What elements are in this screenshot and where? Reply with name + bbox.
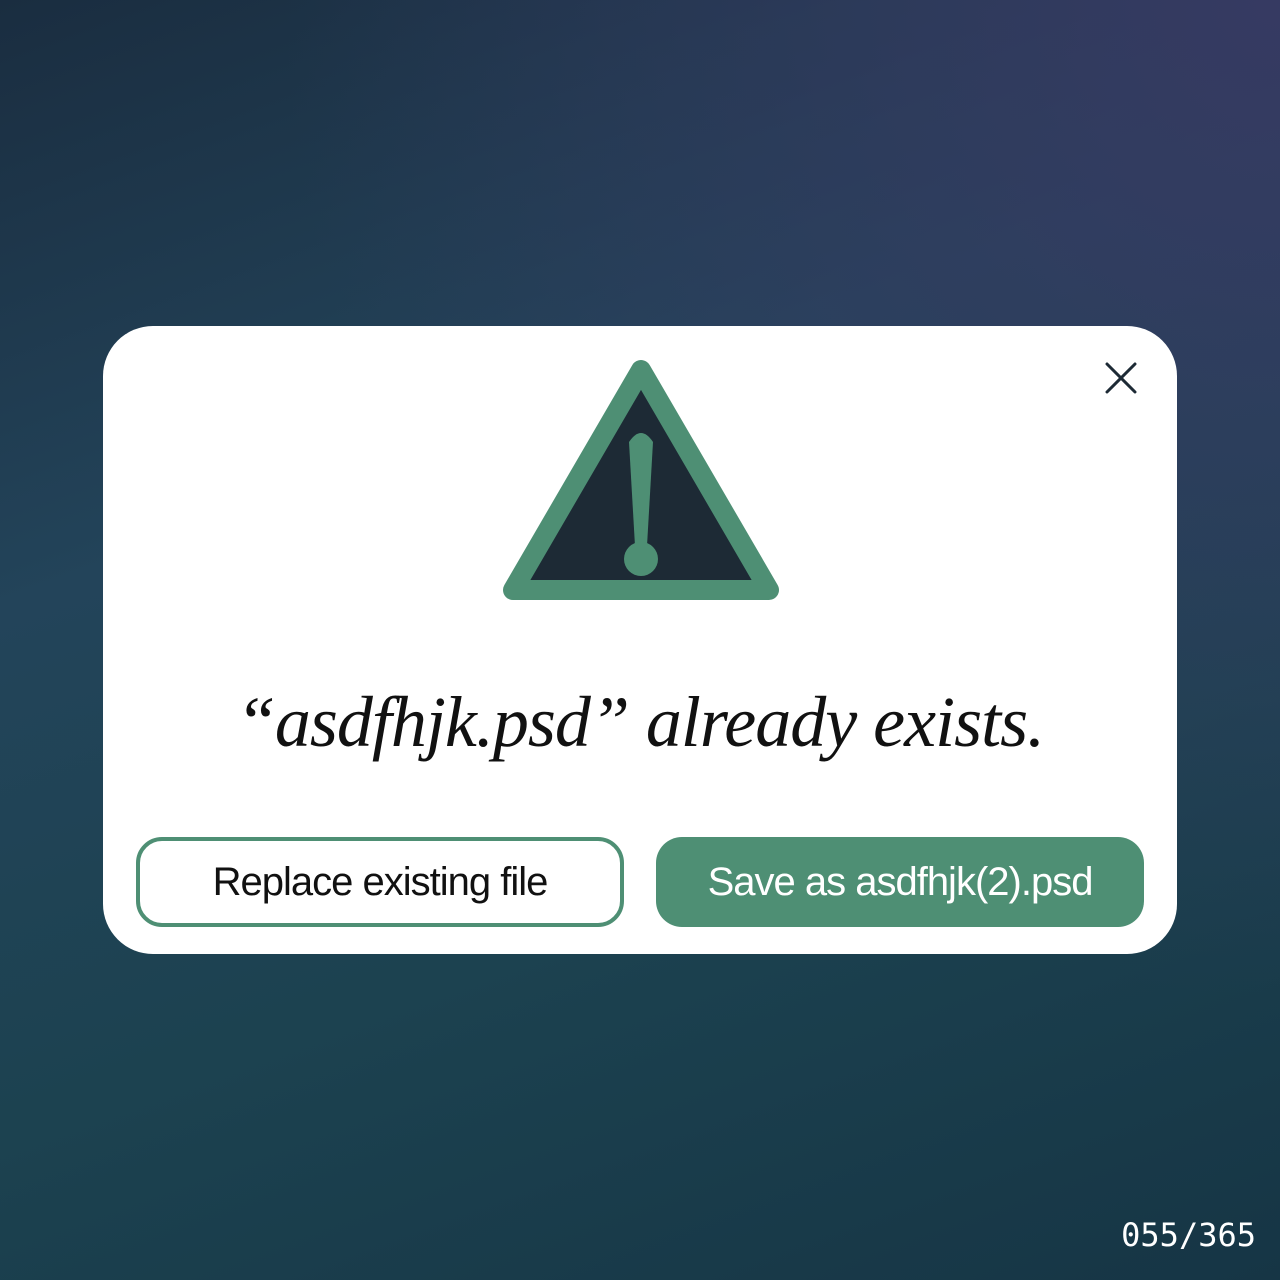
close-icon[interactable] xyxy=(1103,360,1139,396)
replace-existing-file-button[interactable]: Replace existing file xyxy=(136,837,624,927)
warning-icon xyxy=(503,360,779,600)
save-as-button[interactable]: Save as asdfhjk(2).psd xyxy=(656,837,1144,927)
file-exists-dialog: “asdfhjk.psd” already exists. Replace ex… xyxy=(103,326,1177,954)
day-counter: 055/365 xyxy=(1121,1216,1256,1254)
dialog-message: “asdfhjk.psd” already exists. xyxy=(235,682,1045,762)
